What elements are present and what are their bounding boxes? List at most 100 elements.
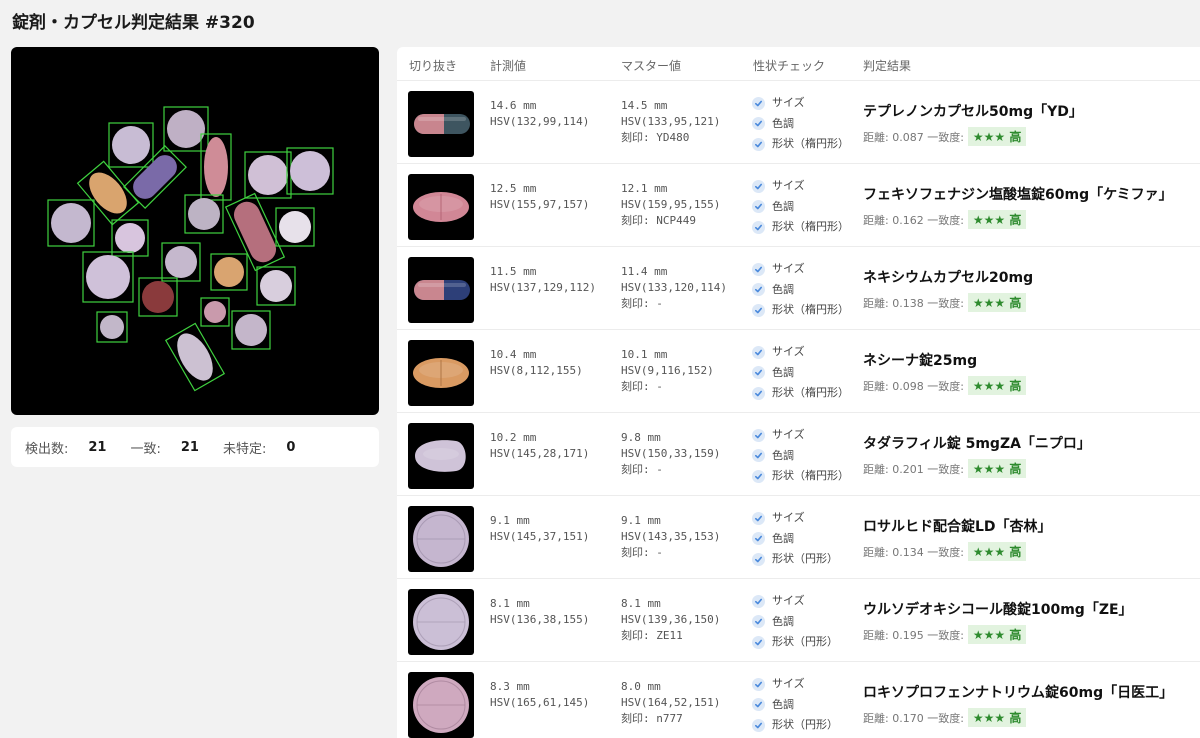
property-checks: サイズ 色調 形状（円形） <box>752 591 838 653</box>
check-icon <box>752 303 765 317</box>
verdict: フェキソフェナジン塩酸塩錠60mg「ケミファ」 距離: 0.162 一致度: ★★★… <box>863 184 1173 229</box>
verdict: ネシーナ錠25mg 距離: 0.098 一致度: ★★★ 高 <box>863 350 1027 395</box>
master-values: 12.1 mm HSV(159,95,155) 刻印: NCP449 <box>621 181 720 229</box>
drug-name[interactable]: ネシーナ錠25mg <box>863 350 1026 370</box>
detected-pill[interactable] <box>275 207 315 247</box>
match-label: 一致: <box>130 441 161 457</box>
detected-pill[interactable] <box>161 242 201 282</box>
detected-pill[interactable] <box>256 266 296 306</box>
detected-pill[interactable] <box>138 277 178 317</box>
distance-text: 距離: 0.162 一致度: <box>863 213 964 227</box>
table-row[interactable]: 8.1 mm HSV(136,38,155) 8.1 mm HSV(139,36,15… <box>397 579 1200 662</box>
master-hsv: HSV(164,52,151) <box>621 696 721 709</box>
verdict: ロキソプロフェンナトリウム錠60mg「日医工」 距離: 0.170 一致度: ★★★… <box>863 682 1173 727</box>
check-icon <box>752 366 765 380</box>
detected-pill[interactable] <box>47 199 95 247</box>
table-row[interactable]: 14.6 mm HSV(132,99,114) 14.5 mm HSV(133,95,… <box>397 81 1200 164</box>
detected-pill[interactable] <box>82 251 134 303</box>
master-hsv: HSV(150,33,159) <box>621 447 721 460</box>
check-icon <box>752 117 765 131</box>
detected-pill[interactable] <box>200 297 230 327</box>
measured-hsv: HSV(165,61,145) <box>490 696 590 709</box>
detected-pill[interactable] <box>108 122 154 168</box>
master-imprint: 刻印: YD480 <box>621 131 690 144</box>
table-row[interactable]: 10.2 mm HSV(145,28,171) 9.8 mm HSV(150,33,1… <box>397 413 1200 496</box>
master-hsv: HSV(133,120,114) <box>621 281 727 294</box>
pill-thumbnail[interactable] <box>408 257 474 323</box>
drug-name[interactable]: タダラフィル錠 5mgZA「ニプロ」 <box>863 433 1091 453</box>
verdict: ネキシウムカプセル20mg 距離: 0.138 一致度: ★★★ 高 <box>863 267 1033 312</box>
distance-text: 距離: 0.195 一致度: <box>863 628 964 642</box>
check-icon <box>752 262 765 276</box>
detected-pill[interactable] <box>244 151 292 199</box>
confidence-badge: ★★★ 高 <box>967 127 1027 146</box>
drug-name[interactable]: ウルソデオキシコール酸錠100mg「ZE」 <box>863 599 1133 619</box>
master-hsv: HSV(143,35,153) <box>621 530 721 543</box>
distance-text: 距離: 0.087 一致度: <box>863 130 964 144</box>
confidence-badge: ★★★ 高 <box>967 625 1027 644</box>
pill-thumbnail[interactable] <box>408 589 474 655</box>
match-score: 距離: 0.134 一致度: ★★★ 高 <box>863 542 1052 561</box>
property-checks: サイズ 色調 形状（楕円形） <box>752 342 849 404</box>
match-score: 距離: 0.201 一致度: ★★★ 高 <box>863 459 1091 478</box>
check-icon <box>752 220 765 234</box>
table-row[interactable]: 11.5 mm HSV(137,129,112) 11.4 mm HSV(133,12… <box>397 247 1200 330</box>
check-size: サイズ <box>752 176 849 197</box>
master-size: 8.1 mm <box>621 597 661 610</box>
detected-pill[interactable] <box>111 219 149 257</box>
measured-values: 12.5 mm HSV(155,97,157) <box>490 181 589 213</box>
detection-image <box>11 47 379 415</box>
detected-pill[interactable] <box>184 194 224 234</box>
pill-thumbnail[interactable] <box>408 423 474 489</box>
master-imprint: 刻印: NCP449 <box>621 214 696 227</box>
unknown-count: 0 <box>286 439 296 455</box>
drug-name[interactable]: ロキソプロフェンナトリウム錠60mg「日医工」 <box>863 682 1173 702</box>
distance-text: 距離: 0.098 一致度: <box>863 379 964 393</box>
check-icon <box>752 532 765 546</box>
pill-thumbnail[interactable] <box>408 506 474 572</box>
drug-name[interactable]: フェキソフェナジン塩酸塩錠60mg「ケミファ」 <box>863 184 1173 204</box>
measured-values: 8.1 mm HSV(136,38,155) <box>490 596 589 628</box>
table-row[interactable]: 12.5 mm HSV(155,97,157) 12.1 mm HSV(159,95,… <box>397 164 1200 247</box>
check-icon <box>752 698 765 712</box>
detection-summary: 検出数: 21 一致: 21 未特定: 0 <box>11 427 379 467</box>
results-table: 切り抜き 計測値 マスター値 性状チェック 判定結果 14.6 mm HSV(13… <box>397 47 1200 738</box>
drug-name[interactable]: テプレノンカプセル50mg「YD」 <box>863 101 1083 121</box>
property-checks: サイズ 色調 形状（円形） <box>752 674 838 736</box>
check-icon <box>752 137 765 151</box>
verdict: ウルソデオキシコール酸錠100mg「ZE」距離: 0.195 一致度: ★★★ 高 <box>863 599 1133 644</box>
check-icon <box>752 449 765 463</box>
master-hsv: HSV(139,36,150) <box>621 613 721 626</box>
measured-size: 12.5 mm <box>490 182 537 195</box>
col-measured: 計測値 <box>490 59 527 73</box>
verdict: タダラフィル錠 5mgZA「ニプロ」 距離: 0.201 一致度: ★★★ 高 <box>863 433 1091 478</box>
master-size: 9.8 mm <box>621 431 661 444</box>
detected-count: 21 <box>88 439 107 455</box>
detected-pill[interactable] <box>200 133 232 201</box>
pill-thumbnail[interactable] <box>408 672 474 738</box>
table-row[interactable]: 8.3 mm HSV(165,61,145) 8.0 mm HSV(164,52,15… <box>397 662 1200 738</box>
master-hsv: HSV(9,116,152) <box>621 364 714 377</box>
detected-pill[interactable] <box>96 311 128 343</box>
detected-pill[interactable] <box>164 322 226 392</box>
check-color: 色調 <box>752 280 849 301</box>
table-row[interactable]: 10.4 mm HSV(8,112,155) 10.1 mm HSV(9,116,15… <box>397 330 1200 413</box>
check-icon <box>752 96 765 110</box>
pill-thumbnail[interactable] <box>408 91 474 157</box>
detected-pill[interactable] <box>210 253 248 291</box>
pill-thumbnail[interactable] <box>408 340 474 406</box>
detected-pill[interactable] <box>286 147 334 195</box>
match-score: 距離: 0.138 一致度: ★★★ 高 <box>863 293 1033 312</box>
detected-pill[interactable] <box>231 310 271 350</box>
measured-values: 11.5 mm HSV(137,129,112) <box>490 264 596 296</box>
drug-name[interactable]: ネキシウムカプセル20mg <box>863 267 1033 287</box>
check-size: サイズ <box>752 425 849 446</box>
table-row[interactable]: 9.1 mm HSV(145,37,151) 9.1 mm HSV(143,35,15… <box>397 496 1200 579</box>
check-icon <box>752 345 765 359</box>
pill-thumbnail[interactable] <box>408 174 474 240</box>
measured-values: 10.2 mm HSV(145,28,171) <box>490 430 589 462</box>
measured-values: 9.1 mm HSV(145,37,151) <box>490 513 589 545</box>
confidence-badge: ★★★ 高 <box>967 708 1027 727</box>
master-size: 9.1 mm <box>621 514 661 527</box>
drug-name[interactable]: ロサルヒド配合錠LD「杏林」 <box>863 516 1052 536</box>
